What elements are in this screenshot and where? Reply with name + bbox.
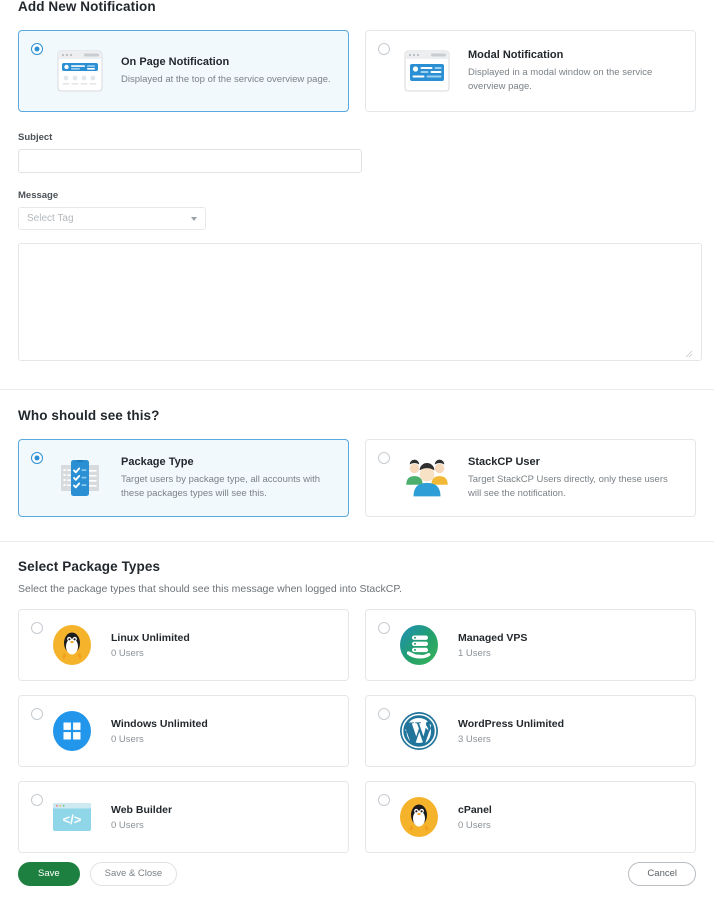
chevron-down-icon (191, 216, 197, 221)
package-card-linux-unlimited[interactable]: Linux Unlimited 0 Users (18, 609, 349, 681)
audience-section: Who should see this? (0, 408, 714, 423)
web-builder-icon: </> (49, 794, 95, 840)
package-type-row: Windows Unlimited 0 Users WordPress Unli… (0, 695, 714, 767)
audience-package-type-card[interactable]: Package Type Target users by package typ… (18, 439, 349, 517)
linux-penguin-icon (49, 622, 95, 668)
audience-stackcp-user-description: Target StackCP Users directly, only thes… (468, 473, 668, 499)
audience-stackcp-user-card[interactable]: StackCP User Target StackCP Users direct… (365, 439, 696, 517)
svg-text:</>: </> (63, 812, 82, 827)
package-name: Managed VPS (458, 631, 528, 644)
package-types-description: Select the package types that should see… (18, 583, 402, 595)
divider-audience (0, 389, 714, 390)
form-actions: Save Save & Close Cancel (0, 862, 714, 886)
modal-notification-icon (400, 46, 454, 96)
subject-label: Subject (18, 132, 53, 143)
message-tag-select-value: Select Tag (27, 213, 74, 224)
notification-type-modal-label: Modal Notification (468, 48, 564, 61)
package-type-row: </> Web Builder 0 Users cPanel 0 Users (0, 781, 714, 853)
package-name: Web Builder (111, 803, 173, 816)
radio-package-type[interactable] (31, 452, 43, 464)
notification-type-modal-description: Displayed in a modal window on the servi… (468, 66, 653, 92)
message-body-textarea[interactable] (18, 243, 702, 361)
add-notification-page: Add New Notification On Page Notificatio… (0, 0, 714, 900)
package-card-windows-unlimited-text: Windows Unlimited 0 Users (111, 718, 336, 745)
notification-type-on-page-label: On Page Notification (121, 55, 230, 68)
notification-type-modal-card[interactable]: Modal Notification Displayed in a modal … (365, 30, 696, 112)
message-field-group: Message Select Tag (0, 190, 714, 230)
divider-package-types (0, 541, 714, 542)
notification-type-on-page-text: On Page Notification Displayed at the to… (121, 56, 336, 87)
package-users: 0 Users (111, 647, 144, 659)
package-types-section-header: Select Package Types Select the package … (0, 559, 714, 595)
package-types-title: Select Package Types (18, 559, 161, 574)
notification-type-modal-text: Modal Notification Displayed in a modal … (468, 49, 683, 94)
subject-input[interactable] (18, 149, 362, 173)
page-title: Add New Notification (18, 0, 156, 14)
notification-type-options: On Page Notification Displayed at the to… (0, 30, 714, 112)
cancel-button[interactable]: Cancel (628, 862, 696, 886)
managed-vps-icon (396, 622, 442, 668)
audience-stackcp-user-text: StackCP User Target StackCP Users direct… (468, 456, 683, 501)
package-name: cPanel (458, 803, 492, 816)
message-body-group (0, 243, 714, 361)
radio-linux-unlimited[interactable] (31, 622, 43, 634)
save-and-close-button[interactable]: Save & Close (89, 862, 178, 886)
audience-package-type-text: Package Type Target users by package typ… (121, 456, 336, 501)
audience-package-type-description: Target users by package type, all accoun… (121, 473, 321, 499)
radio-web-builder[interactable] (31, 794, 43, 806)
package-card-managed-vps-text: Managed VPS 1 Users (458, 632, 683, 659)
audience-options: Package Type Target users by package typ… (0, 439, 714, 517)
package-card-web-builder[interactable]: </> Web Builder 0 Users (18, 781, 349, 853)
on-page-notification-icon (53, 46, 107, 96)
radio-windows-unlimited[interactable] (31, 708, 43, 720)
notification-type-on-page-card[interactable]: On Page Notification Displayed at the to… (18, 30, 349, 112)
radio-modal-notification[interactable] (378, 43, 390, 55)
package-checklist-icon (53, 453, 107, 503)
package-card-wordpress-unlimited[interactable]: WordPress Unlimited 3 Users (365, 695, 696, 767)
package-users: 1 Users (458, 647, 491, 659)
package-users: 0 Users (111, 819, 144, 831)
package-name: WordPress Unlimited (458, 717, 564, 730)
package-type-row: Linux Unlimited 0 Users Managed VPS 1 Us… (0, 609, 714, 681)
cpanel-penguin-icon (396, 794, 442, 840)
audience-package-type-label: Package Type (121, 455, 194, 468)
package-card-wordpress-unlimited-text: WordPress Unlimited 3 Users (458, 718, 683, 745)
wordpress-icon (396, 708, 442, 754)
message-label: Message (18, 190, 59, 201)
package-card-linux-unlimited-text: Linux Unlimited 0 Users (111, 632, 336, 659)
package-card-cpanel-text: cPanel 0 Users (458, 804, 683, 831)
audience-title: Who should see this? (18, 408, 160, 423)
radio-managed-vps[interactable] (378, 622, 390, 634)
radio-stackcp-user[interactable] (378, 452, 390, 464)
subject-field-group: Subject (0, 132, 714, 173)
users-group-icon (400, 453, 454, 503)
radio-on-page-notification[interactable] (31, 43, 43, 55)
radio-cpanel[interactable] (378, 794, 390, 806)
windows-icon (49, 708, 95, 754)
save-button[interactable]: Save (18, 862, 80, 886)
package-card-web-builder-text: Web Builder 0 Users (111, 804, 336, 831)
package-users: 3 Users (458, 733, 491, 745)
audience-stackcp-user-label: StackCP User (468, 455, 540, 468)
package-card-managed-vps[interactable]: Managed VPS 1 Users (365, 609, 696, 681)
message-tag-select[interactable]: Select Tag (18, 207, 206, 230)
package-users: 0 Users (458, 819, 491, 831)
package-users: 0 Users (111, 733, 144, 745)
package-card-cpanel[interactable]: cPanel 0 Users (365, 781, 696, 853)
notification-type-on-page-description: Displayed at the top of the service over… (121, 73, 331, 85)
package-name: Linux Unlimited (111, 631, 190, 644)
package-card-windows-unlimited[interactable]: Windows Unlimited 0 Users (18, 695, 349, 767)
package-name: Windows Unlimited (111, 717, 208, 730)
radio-wordpress-unlimited[interactable] (378, 708, 390, 720)
